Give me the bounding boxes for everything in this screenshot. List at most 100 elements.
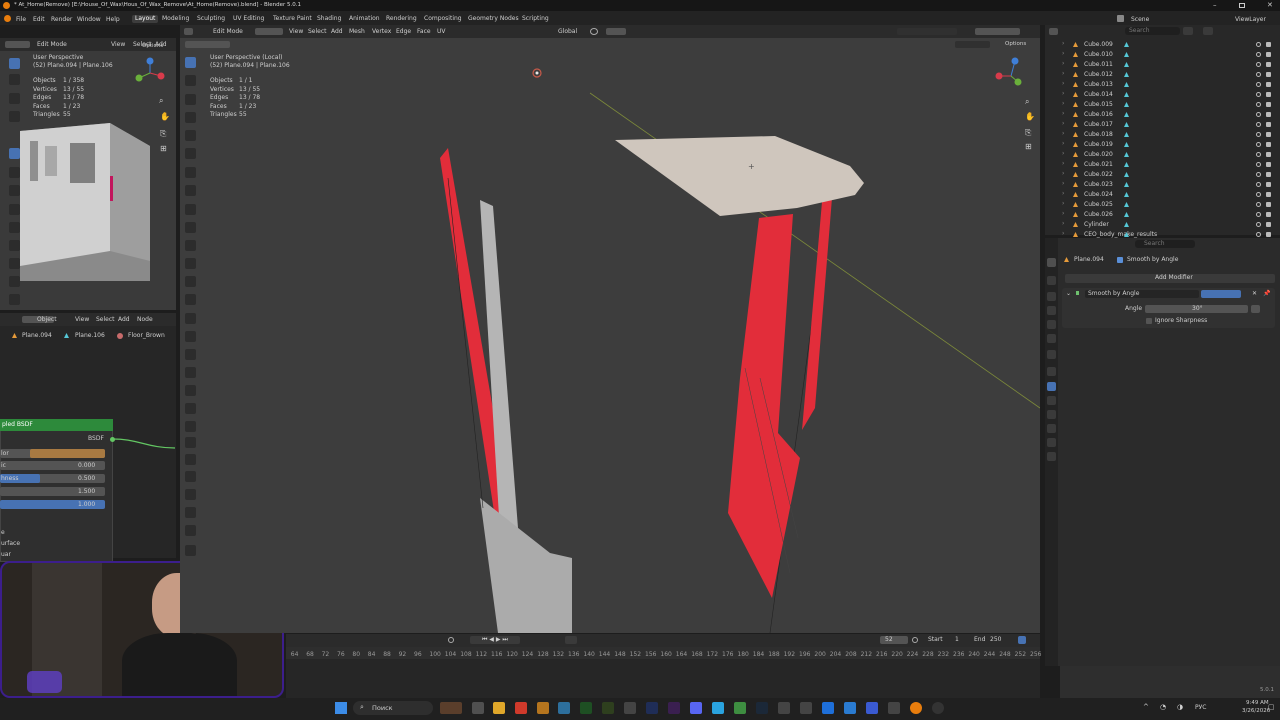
app-icon[interactable] [866, 702, 878, 714]
modifier-pin-icon[interactable]: 📌 [1263, 291, 1270, 297]
tab-animation[interactable]: Animation [346, 15, 383, 23]
expand-arrow-icon[interactable]: › [1062, 181, 1064, 187]
expand-arrow-icon[interactable]: › [1062, 161, 1064, 167]
add-cube-tool[interactable] [185, 204, 196, 215]
outliner-row[interactable]: › Cube.018 [1062, 130, 1271, 140]
extrude-tool[interactable] [185, 222, 196, 233]
visibility-eye-icon[interactable] [1256, 222, 1261, 227]
cursor-tool[interactable] [185, 75, 196, 86]
main-menu-add[interactable]: Add [331, 29, 343, 35]
spin-tool[interactable] [185, 331, 196, 342]
close-button[interactable]: ✕ [1267, 2, 1273, 9]
bevel-tool[interactable] [185, 258, 196, 269]
polybuild-tool[interactable] [185, 313, 196, 324]
record-button[interactable] [565, 636, 577, 644]
render-camera-icon[interactable] [1266, 182, 1271, 187]
main-menu-edge[interactable]: Edge [396, 29, 411, 35]
outliner-row[interactable]: › Cube.012 [1062, 70, 1271, 80]
render-camera-icon[interactable] [1266, 102, 1271, 107]
app-icon[interactable] [537, 702, 549, 714]
expand-arrow-icon[interactable]: › [1062, 121, 1064, 127]
render-camera-icon[interactable] [1266, 52, 1271, 57]
zoom-icon[interactable]: ⌕ [159, 97, 163, 105]
node-menu-view[interactable]: View [75, 317, 89, 323]
outliner-row[interactable]: › Cube.021 [1062, 160, 1271, 170]
expand-arrow-icon[interactable]: › [1062, 81, 1064, 87]
angle-input-type-icon[interactable] [1251, 305, 1260, 313]
ortho-toggle-icon[interactable]: ⊞ [1025, 143, 1032, 151]
app-icon[interactable] [800, 702, 812, 714]
uv-tool[interactable] [185, 525, 196, 536]
tab-modeling[interactable]: Modeling [159, 15, 192, 23]
camera-view-icon[interactable]: ⎘ [160, 130, 166, 138]
visibility-eye-icon[interactable] [1256, 152, 1261, 157]
node-menu-add[interactable]: Add [118, 317, 130, 323]
keyframe-toggle-icon[interactable] [448, 637, 454, 643]
blender-menu-icon[interactable] [4, 15, 11, 22]
knife-tool[interactable] [9, 276, 20, 287]
start-value[interactable]: 1 [955, 637, 959, 643]
material-tool[interactable] [185, 507, 196, 518]
tab-geometry-nodes[interactable]: Geometry Nodes [465, 15, 522, 23]
notification-icon[interactable]: ▢ [1268, 704, 1275, 711]
overlay-buttons[interactable] [897, 28, 957, 35]
outliner-row[interactable]: › Cube.016 [1062, 110, 1271, 120]
smooth-tool[interactable] [185, 349, 196, 360]
volume-icon[interactable]: ◑ [1177, 704, 1183, 711]
blender-taskbar-icon[interactable] [910, 702, 922, 714]
edge-slide-tool[interactable] [185, 367, 196, 378]
tool-tab-icon[interactable] [1047, 258, 1056, 267]
annotate-tool[interactable] [185, 167, 196, 178]
expand-arrow-icon[interactable]: › [1062, 71, 1064, 77]
outliner-row[interactable]: › Cube.024 [1062, 190, 1271, 200]
app-icon[interactable] [602, 702, 614, 714]
move-tool[interactable] [9, 93, 20, 104]
modifier-collapse-icon[interactable]: ⌄ [1066, 291, 1071, 297]
visibility-eye-icon[interactable] [1256, 112, 1261, 117]
expand-arrow-icon[interactable]: › [1062, 111, 1064, 117]
pivot-icon[interactable] [590, 28, 598, 35]
small-vp-menu-view[interactable]: View [111, 42, 125, 48]
obs-icon[interactable] [932, 702, 944, 714]
sphere-tool[interactable] [185, 437, 196, 448]
camera-view-icon[interactable]: ⎘ [1025, 129, 1031, 137]
expand-arrow-icon[interactable]: › [1062, 231, 1064, 237]
select-box-tool[interactable] [185, 57, 196, 68]
loopcut-tool[interactable] [9, 258, 20, 269]
node-editor-mode[interactable]: Object [37, 317, 57, 323]
render-camera-icon[interactable] [1266, 42, 1271, 47]
tray-chevron-icon[interactable]: ^ [1143, 704, 1149, 711]
steam-icon[interactable] [756, 702, 768, 714]
material-tab-icon[interactable] [1047, 452, 1056, 461]
clock-icon[interactable] [912, 637, 918, 643]
render-camera-icon[interactable] [1266, 162, 1271, 167]
extrude-tool[interactable] [9, 204, 20, 215]
expand-arrow-icon[interactable]: › [1062, 151, 1064, 157]
expand-arrow-icon[interactable]: › [1062, 91, 1064, 97]
cursor-tool[interactable] [9, 74, 20, 85]
scale-tool[interactable] [185, 130, 196, 141]
expand-arrow-icon[interactable]: › [1062, 191, 1064, 197]
chrome-icon[interactable] [734, 702, 746, 714]
small-vp-options[interactable]: Options [142, 43, 163, 50]
premiere-icon[interactable] [668, 702, 680, 714]
outliner-row[interactable]: › Cube.009 [1062, 40, 1271, 50]
transform-tool[interactable] [9, 148, 20, 159]
view-layer-tab-icon[interactable] [1047, 306, 1056, 315]
tab-uv-editing[interactable]: UV Editing [230, 15, 267, 23]
select-mode-buttons[interactable] [255, 28, 283, 35]
expand-arrow-icon[interactable]: › [1062, 131, 1064, 137]
app-icon[interactable] [778, 702, 790, 714]
measure-tool[interactable] [9, 185, 20, 196]
outliner-row[interactable]: › Cube.019 [1062, 140, 1271, 150]
visibility-eye-icon[interactable] [1256, 132, 1261, 137]
visibility-eye-icon[interactable] [1256, 42, 1261, 47]
randomize-tool[interactable] [185, 489, 196, 500]
render-camera-icon[interactable] [1266, 82, 1271, 87]
visibility-eye-icon[interactable] [1256, 182, 1261, 187]
app-icon[interactable] [515, 702, 527, 714]
visibility-eye-icon[interactable] [1256, 162, 1261, 167]
render-camera-icon[interactable] [1266, 192, 1271, 197]
small-select-tool[interactable] [9, 58, 20, 69]
render-camera-icon[interactable] [1266, 142, 1271, 147]
